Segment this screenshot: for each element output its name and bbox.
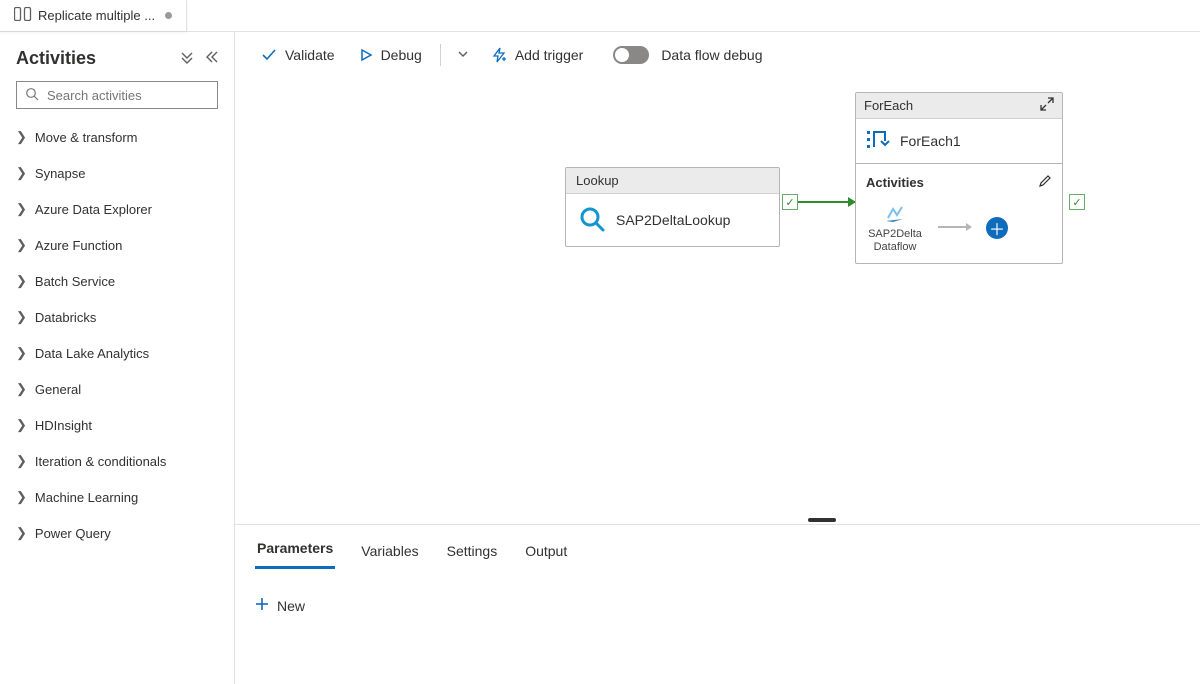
chevron-right-icon: ❯ — [16, 453, 27, 469]
bottom-tabs: Parameters Variables Settings Output — [255, 525, 1180, 569]
foreach-activity-node[interactable]: ForEach ForEach1 A — [855, 92, 1063, 264]
search-icon — [25, 87, 39, 104]
category-hdinsight[interactable]: ❯ HDInsight — [16, 407, 218, 443]
foreach-node-type: ForEach — [864, 98, 913, 113]
foreach-icon — [866, 129, 890, 154]
tab-variables[interactable]: Variables — [359, 543, 420, 569]
pipeline-toolbar: Validate Debug Add trigger Data flow deb… — [235, 32, 1200, 78]
debug-dropdown[interactable] — [449, 42, 477, 69]
success-edge — [798, 201, 855, 203]
expand-icon[interactable] — [1040, 97, 1054, 114]
pipeline-tab[interactable]: Replicate multiple ... — [0, 0, 187, 31]
foreach-node-name: ForEach1 — [900, 133, 961, 149]
chevron-right-icon: ❯ — [16, 417, 27, 433]
new-parameter-button[interactable]: New — [255, 597, 1180, 614]
chevron-right-icon: ❯ — [16, 381, 27, 397]
lookup-activity-node[interactable]: Lookup SAP2DeltaLookup — [565, 167, 780, 247]
category-label: Machine Learning — [35, 490, 138, 505]
chevron-right-icon: ❯ — [16, 345, 27, 361]
inner-activity-name: SAP2Delta Dataflow — [866, 228, 924, 253]
activities-sidebar: Activities ❯ Move & transform ❯ Synapse ❯ A… — [0, 32, 235, 684]
category-label: Power Query — [35, 526, 111, 541]
plus-icon — [255, 597, 269, 614]
tab-parameters[interactable]: Parameters — [255, 540, 335, 569]
category-data-lake-analytics[interactable]: ❯ Data Lake Analytics — [16, 335, 218, 371]
tab-settings[interactable]: Settings — [445, 543, 500, 569]
dataflow-icon — [884, 203, 906, 226]
pipeline-canvas[interactable]: Lookup SAP2DeltaLookup ✓ ✓ ForEach — [235, 78, 1200, 524]
edit-icon[interactable] — [1038, 174, 1052, 191]
pipeline-icon — [14, 7, 32, 24]
category-power-query[interactable]: ❯ Power Query — [16, 515, 218, 551]
foreach-success-port[interactable]: ✓ — [1069, 194, 1085, 210]
category-synapse[interactable]: ❯ Synapse — [16, 155, 218, 191]
validate-button[interactable]: Validate — [251, 41, 345, 69]
add-trigger-button[interactable]: Add trigger — [481, 41, 593, 69]
category-databricks[interactable]: ❯ Databricks — [16, 299, 218, 335]
chevron-right-icon: ❯ — [16, 201, 27, 217]
separator — [440, 44, 441, 66]
chevron-right-icon: ❯ — [16, 165, 27, 181]
dirty-indicator-icon — [165, 12, 172, 19]
panel-resize-handle[interactable] — [808, 518, 836, 522]
category-machine-learning[interactable]: ❯ Machine Learning — [16, 479, 218, 515]
arrow-right-icon — [938, 221, 972, 236]
lookup-node-name: SAP2DeltaLookup — [616, 212, 730, 228]
collapse-down-icon[interactable] — [180, 50, 194, 67]
category-label: Databricks — [35, 310, 96, 325]
tab-strip: Replicate multiple ... — [0, 0, 1200, 32]
category-label: HDInsight — [35, 418, 92, 433]
activities-title: Activities — [16, 48, 96, 69]
category-label: Batch Service — [35, 274, 115, 289]
validate-label: Validate — [285, 47, 335, 63]
add-inner-activity-button[interactable]: ＋ — [986, 217, 1008, 239]
lookup-success-port[interactable]: ✓ — [782, 194, 798, 210]
category-iteration-conditionals[interactable]: ❯ Iteration & conditionals — [16, 443, 218, 479]
category-azure-function[interactable]: ❯ Azure Function — [16, 227, 218, 263]
content-pane: Validate Debug Add trigger Data flow deb… — [235, 32, 1200, 684]
lookup-icon — [578, 205, 606, 236]
search-input[interactable] — [45, 87, 225, 104]
collapse-left-icon[interactable] — [204, 50, 218, 67]
category-label: Move & transform — [35, 130, 138, 145]
search-activities[interactable] — [16, 81, 218, 109]
category-label: Azure Data Explorer — [35, 202, 152, 217]
category-label: Azure Function — [35, 238, 122, 253]
debug-button[interactable]: Debug — [349, 41, 432, 69]
category-label: Iteration & conditionals — [35, 454, 167, 469]
chevron-right-icon: ❯ — [16, 489, 27, 505]
chevron-right-icon: ❯ — [16, 309, 27, 325]
category-general[interactable]: ❯ General — [16, 371, 218, 407]
pipeline-tab-title: Replicate multiple ... — [38, 8, 155, 23]
tab-output[interactable]: Output — [523, 543, 569, 569]
category-azure-data-explorer[interactable]: ❯ Azure Data Explorer — [16, 191, 218, 227]
category-label: Synapse — [35, 166, 86, 181]
debug-label: Debug — [381, 47, 422, 63]
add-trigger-label: Add trigger — [515, 47, 583, 63]
category-label: General — [35, 382, 81, 397]
category-batch-service[interactable]: ❯ Batch Service — [16, 263, 218, 299]
lookup-node-type: Lookup — [566, 168, 779, 194]
bottom-panel: Parameters Variables Settings Output New — [235, 524, 1200, 684]
foreach-activities-label: Activities — [866, 175, 924, 190]
chevron-right-icon: ❯ — [16, 273, 27, 289]
chevron-right-icon: ❯ — [16, 129, 27, 145]
inner-activity[interactable]: SAP2Delta Dataflow — [866, 203, 924, 253]
category-move-transform[interactable]: ❯ Move & transform — [16, 119, 218, 155]
chevron-right-icon: ❯ — [16, 525, 27, 541]
dataflow-debug-label: Data flow debug — [661, 47, 762, 63]
chevron-right-icon: ❯ — [16, 237, 27, 253]
new-label: New — [277, 598, 305, 614]
category-label: Data Lake Analytics — [35, 346, 149, 361]
dataflow-debug-toggle[interactable] — [613, 46, 649, 64]
